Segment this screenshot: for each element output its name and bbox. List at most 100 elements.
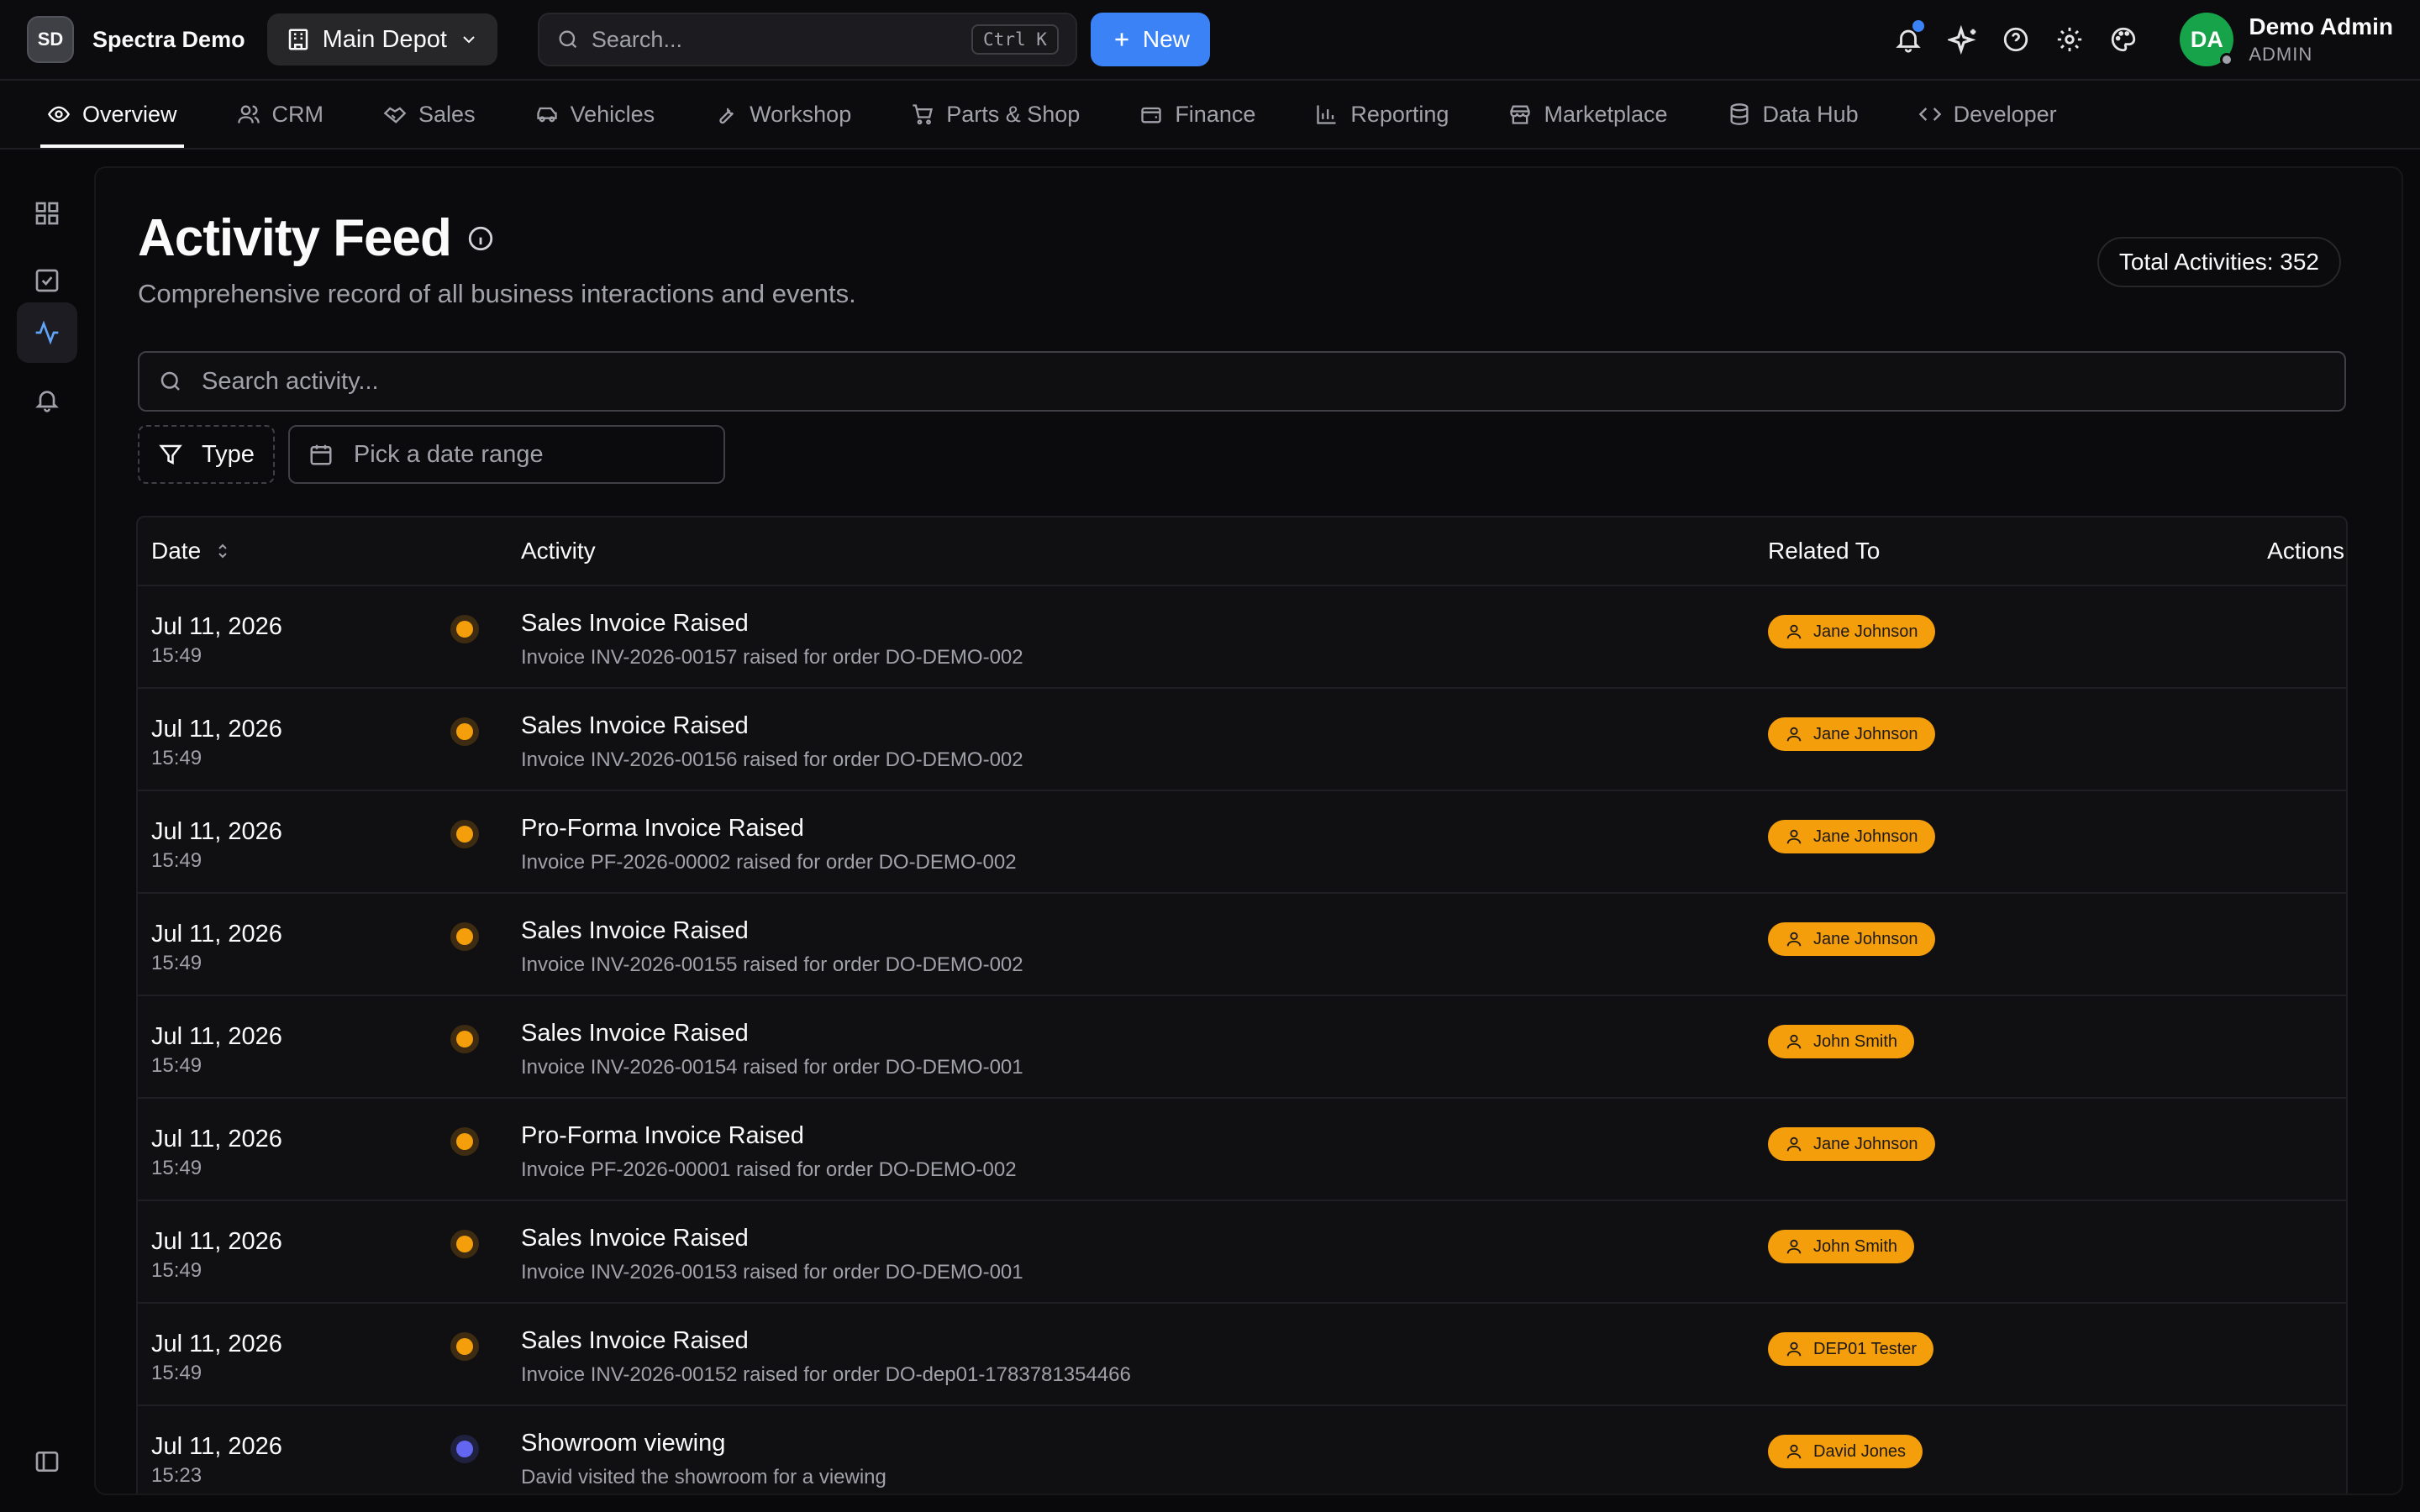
activity-search-placeholder: Search activity... [202,367,379,395]
activity-type-dot [450,1332,479,1361]
tab-vehicles[interactable]: Vehicles [529,81,662,148]
activity-description: Invoice INV-2026-00156 raised for order … [521,748,1023,771]
activity-type-dot [450,615,479,643]
row-date: Jul 11, 2026 [151,613,282,640]
sidebar-toggle-icon[interactable] [17,1431,77,1492]
related-contact-name: Jane Johnson [1813,622,1918,641]
dot-core [456,1031,473,1047]
dashboard-icon[interactable] [17,183,77,244]
org-avatar[interactable]: SD [27,16,74,63]
related-contact-chip[interactable]: Jane Johnson [1768,1127,1935,1161]
table-row[interactable]: Jul 11, 2026 15:49 Pro-Forma Invoice Rai… [138,791,2346,894]
activity-title: Pro-Forma Invoice Raised [521,1122,804,1149]
tab-label: Overview [82,101,177,127]
related-contact-name: Jane Johnson [1813,929,1918,948]
dot-core [456,621,473,638]
table-row[interactable]: Jul 11, 2026 15:49 Sales Invoice Raised … [138,1304,2346,1406]
bar-chart-icon [1315,102,1339,126]
bell-icon[interactable] [1894,20,1925,54]
activity-cell: Sales Invoice Raised Invoice INV-2026-00… [521,1327,1131,1387]
tab-sales[interactable]: Sales [376,81,482,148]
page-subtitle: Comprehensive record of all business int… [138,279,856,308]
table-row[interactable]: Jul 11, 2026 15:49 Pro-Forma Invoice Rai… [138,1099,2346,1201]
tab-data-hub[interactable]: Data Hub [1721,81,1865,148]
activity-type-dot [450,1230,479,1258]
related-column-header: Related To [1768,538,1881,564]
related-contact-chip[interactable]: David Jones [1768,1435,1923,1468]
gear-icon[interactable] [2055,25,2084,54]
sparkles-icon[interactable] [1948,25,1976,55]
user-icon [1785,930,1803,948]
user-menu[interactable]: DA Demo Admin ADMIN [2180,13,2393,66]
depot-label: Main Depot [322,25,447,53]
tab-parts-shop[interactable]: Parts & Shop [904,81,1086,148]
table-row[interactable]: Jul 11, 2026 15:49 Sales Invoice Raised … [138,894,2346,996]
table-row[interactable]: Jul 11, 2026 15:49 Sales Invoice Raised … [138,996,2346,1099]
row-date: Jul 11, 2026 [151,716,282,743]
related-contact-name: DEP01 Tester [1813,1339,1918,1358]
row-date: Jul 11, 2026 [151,1331,282,1357]
bell-icon[interactable] [17,370,77,430]
activity-description: Invoice PF-2026-00002 raised for order D… [521,851,1017,874]
dot-core [456,1236,473,1252]
main-nav: Overview CRM Sales Vehicles Workshop Par… [0,81,2420,150]
date-range-picker[interactable]: Pick a date range [287,425,725,484]
new-button[interactable]: New [1090,13,1210,66]
tab-workshop[interactable]: Workshop [708,81,858,148]
depot-selector[interactable]: Main Depot [266,13,497,66]
activity-cell: Sales Invoice Raised Invoice INV-2026-00… [521,610,1023,669]
new-button-label: New [1142,26,1190,52]
related-contact-chip[interactable]: John Smith [1768,1025,1915,1058]
chevron-down-icon [459,29,479,50]
activity-type-dot [450,820,479,848]
avatar-initials: DA [2190,26,2223,52]
search-icon [158,369,183,394]
date-column-header[interactable]: Date [151,538,233,564]
row-time: 15:49 [151,747,203,769]
related-contact-name: David Jones [1813,1441,1907,1461]
related-contact-chip[interactable]: Jane Johnson [1768,615,1935,648]
date-cell: Jul 11, 2026 15:49 [151,1023,282,1078]
related-contact-chip[interactable]: Jane Johnson [1768,820,1935,853]
activity-search-input[interactable]: Search activity... [138,351,2346,412]
wallet-icon [1139,102,1163,126]
tab-crm[interactable]: CRM [230,81,331,148]
tab-reporting[interactable]: Reporting [1308,81,1455,148]
palette-icon[interactable] [2109,25,2138,54]
global-search-input[interactable]: Search... Ctrl K [537,13,1077,66]
user-icon [1785,1135,1803,1153]
date-cell: Jul 11, 2026 15:49 [151,818,282,873]
date-cell: Jul 11, 2026 15:49 [151,1126,282,1180]
tab-marketplace[interactable]: Marketplace [1502,81,1674,148]
table-header: Date Activity Related To Actions [138,517,2346,586]
activity-title: Pro-Forma Invoice Raised [521,815,804,842]
tab-label: Finance [1175,101,1256,127]
table-row[interactable]: Jul 11, 2026 15:49 Sales Invoice Raised … [138,689,2346,791]
tab-developer[interactable]: Developer [1912,81,2064,148]
activity-icon[interactable] [17,302,77,363]
related-contact-chip[interactable]: DEP01 Tester [1768,1332,1934,1366]
dot-core [456,1338,473,1355]
help-icon[interactable] [2002,25,2030,54]
related-contact-name: John Smith [1813,1236,1898,1256]
related-contact-chip[interactable]: John Smith [1768,1230,1915,1263]
tab-label: Parts & Shop [946,101,1081,127]
table-row[interactable]: Jul 11, 2026 15:49 Sales Invoice Raised … [138,586,2346,689]
org-name[interactable]: Spectra Demo [92,27,245,53]
related-contact-chip[interactable]: Jane Johnson [1768,922,1935,956]
date-cell: Jul 11, 2026 15:49 [151,1228,282,1283]
code-icon [1918,102,1942,126]
table-row[interactable]: Jul 11, 2026 15:23 Showroom viewing Davi… [138,1406,2346,1494]
info-icon[interactable] [466,224,495,253]
tab-finance[interactable]: Finance [1133,81,1262,148]
eye-icon [47,102,71,126]
tab-overview[interactable]: Overview [40,81,184,148]
user-icon [1785,1237,1803,1256]
related-contact-chip[interactable]: Jane Johnson [1768,717,1935,751]
activity-description: Invoice INV-2026-00152 raised for order … [521,1363,1131,1386]
row-date: Jul 11, 2026 [151,1433,282,1460]
row-time: 15:49 [151,1157,203,1179]
table-row[interactable]: Jul 11, 2026 15:49 Sales Invoice Raised … [138,1201,2346,1304]
date-range-placeholder: Pick a date range [353,440,544,468]
type-filter-button[interactable]: Type [138,425,275,484]
